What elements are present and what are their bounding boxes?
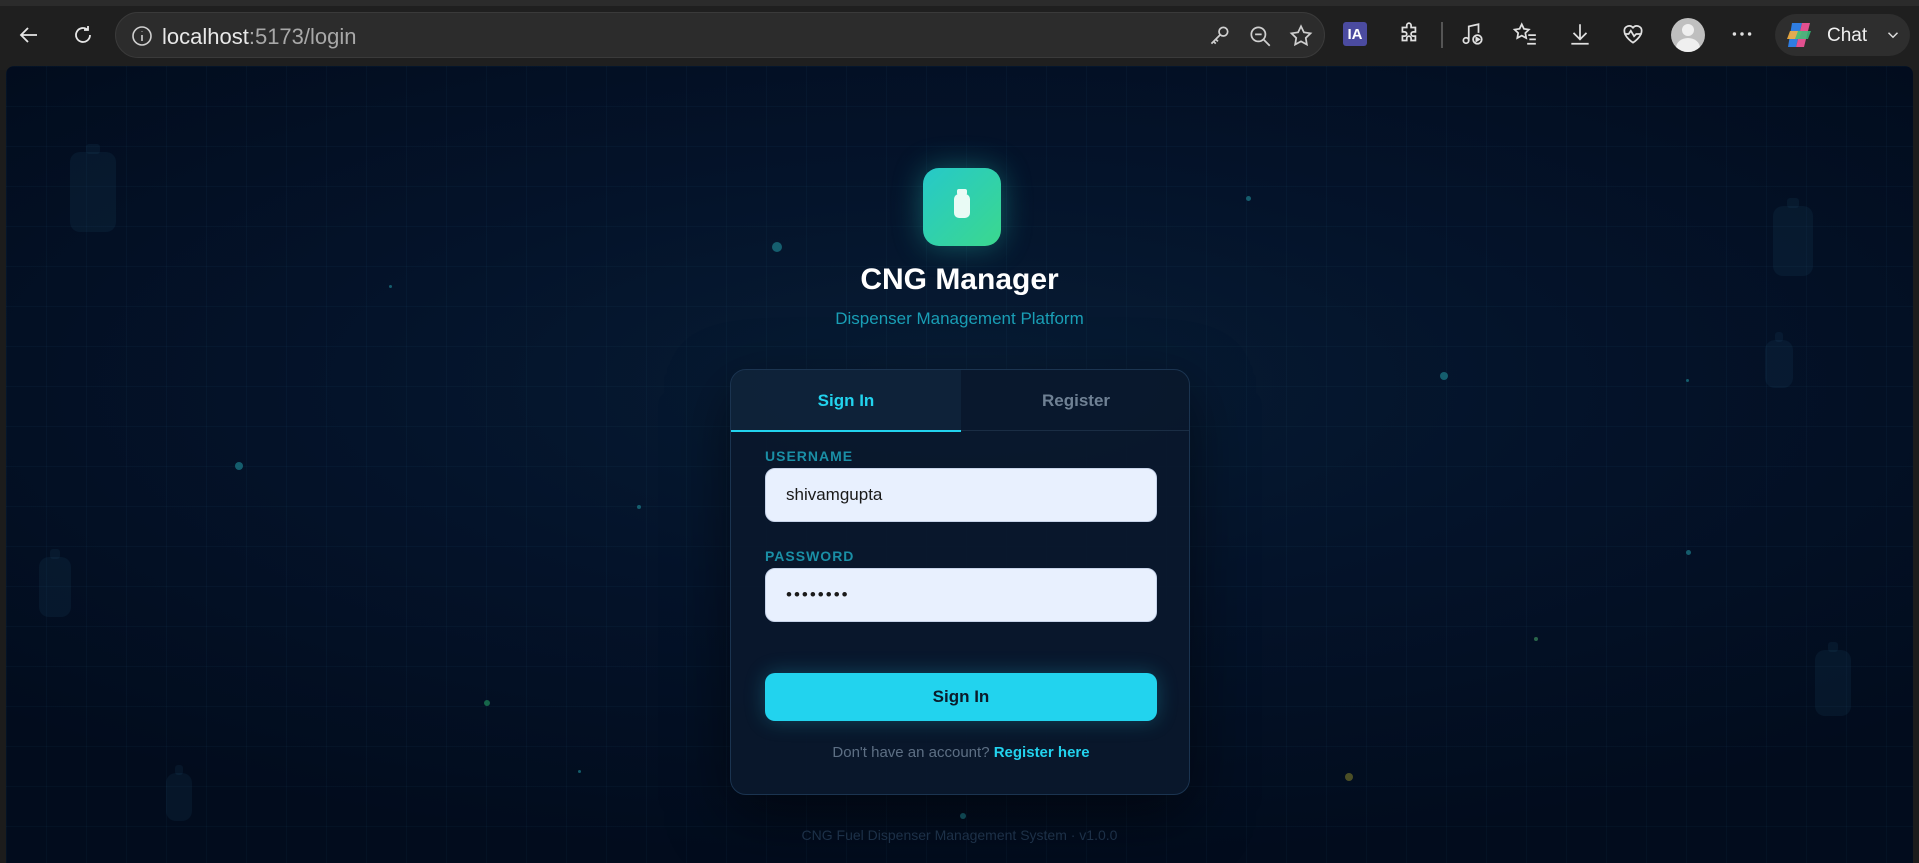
profile-avatar[interactable] bbox=[1671, 18, 1705, 52]
media-button[interactable] bbox=[1458, 20, 1486, 48]
username-input[interactable] bbox=[765, 468, 1157, 522]
music-play-icon bbox=[1462, 23, 1483, 45]
app-subtitle: Dispenser Management Platform bbox=[835, 309, 1084, 328]
url-path: :5173/login bbox=[248, 24, 357, 49]
favorites-list-icon bbox=[1512, 22, 1536, 45]
url-host: localhost bbox=[162, 24, 249, 49]
background-particle bbox=[578, 770, 581, 773]
register-link[interactable]: Register here bbox=[994, 744, 1090, 761]
tab-register[interactable]: Register bbox=[961, 370, 1189, 431]
chevron-down-icon bbox=[1887, 32, 1899, 39]
ia-label: IA bbox=[1347, 25, 1363, 43]
more-menu-button[interactable] bbox=[1728, 20, 1756, 48]
reload-button[interactable] bbox=[65, 17, 101, 53]
background-particle bbox=[960, 813, 966, 819]
downloads-button[interactable] bbox=[1566, 20, 1594, 48]
background-particle bbox=[1686, 550, 1691, 555]
tab-sign-in[interactable]: Sign In bbox=[731, 370, 961, 432]
key-icon[interactable] bbox=[1206, 23, 1232, 49]
address-bar[interactable]: localhost:5173/login bbox=[115, 12, 1325, 58]
sign-in-button[interactable]: Sign In bbox=[765, 673, 1157, 721]
favorites-button[interactable] bbox=[1511, 20, 1539, 48]
extensions-button[interactable] bbox=[1396, 20, 1424, 48]
back-button[interactable] bbox=[11, 17, 47, 53]
page-viewport: CNG Manager Dispenser Management Platfor… bbox=[6, 66, 1913, 863]
background-particle bbox=[484, 700, 490, 706]
username-label: USERNAME bbox=[765, 448, 854, 464]
background-particle bbox=[1440, 372, 1448, 380]
background-particle bbox=[235, 462, 243, 470]
password-input[interactable] bbox=[765, 568, 1157, 622]
background-particle bbox=[637, 505, 641, 509]
background-cylinder bbox=[1815, 642, 1851, 716]
toolbar-separator bbox=[1441, 22, 1443, 48]
zoom-out-icon[interactable] bbox=[1247, 23, 1273, 49]
favorite-star-icon[interactable] bbox=[1288, 23, 1314, 49]
copilot-logo-icon bbox=[1787, 23, 1811, 47]
avatar-body bbox=[1676, 38, 1700, 52]
register-prompt-text: Don't have an account? bbox=[832, 744, 990, 761]
background-particle bbox=[772, 242, 782, 252]
page-footer: CNG Fuel Dispenser Management System · v… bbox=[801, 827, 1118, 843]
gas-cylinder-icon bbox=[954, 194, 970, 218]
more-dots-icon bbox=[1732, 32, 1752, 36]
download-icon bbox=[1571, 24, 1589, 45]
site-info-icon[interactable] bbox=[130, 24, 154, 48]
url-text[interactable]: localhost:5173/login bbox=[162, 24, 357, 50]
performance-button[interactable] bbox=[1619, 20, 1647, 48]
browser-toolbar: localhost:5173/login IA Chat bbox=[0, 0, 1919, 70]
register-prompt: Don't have an account? Register here bbox=[731, 744, 1189, 761]
reload-icon bbox=[75, 26, 91, 43]
avatar-head bbox=[1682, 24, 1694, 36]
chat-label: Chat bbox=[1827, 25, 1868, 46]
background-particle bbox=[1345, 773, 1353, 781]
background-particle bbox=[1246, 196, 1251, 201]
copilot-chat-button[interactable]: Chat bbox=[1775, 14, 1910, 56]
background-particle bbox=[1686, 379, 1689, 382]
app-logo bbox=[923, 168, 1001, 246]
background-cylinder bbox=[1765, 332, 1793, 388]
heart-pulse-icon bbox=[1623, 25, 1643, 44]
tab-strip bbox=[0, 0, 1919, 6]
back-arrow-icon bbox=[19, 27, 37, 43]
background-cylinder bbox=[39, 549, 71, 617]
password-label: PASSWORD bbox=[765, 548, 855, 564]
auth-card: Sign In Register USERNAME PASSWORD Sign … bbox=[730, 369, 1190, 795]
background-particle bbox=[1534, 637, 1538, 641]
background-cylinder bbox=[166, 765, 192, 821]
app-title: CNG Manager bbox=[860, 263, 1059, 296]
ia-extension-icon[interactable]: IA bbox=[1343, 22, 1367, 46]
background-cylinder bbox=[70, 144, 116, 232]
puzzle-icon bbox=[1401, 22, 1417, 42]
auth-tabs: Sign In Register bbox=[731, 370, 1189, 432]
